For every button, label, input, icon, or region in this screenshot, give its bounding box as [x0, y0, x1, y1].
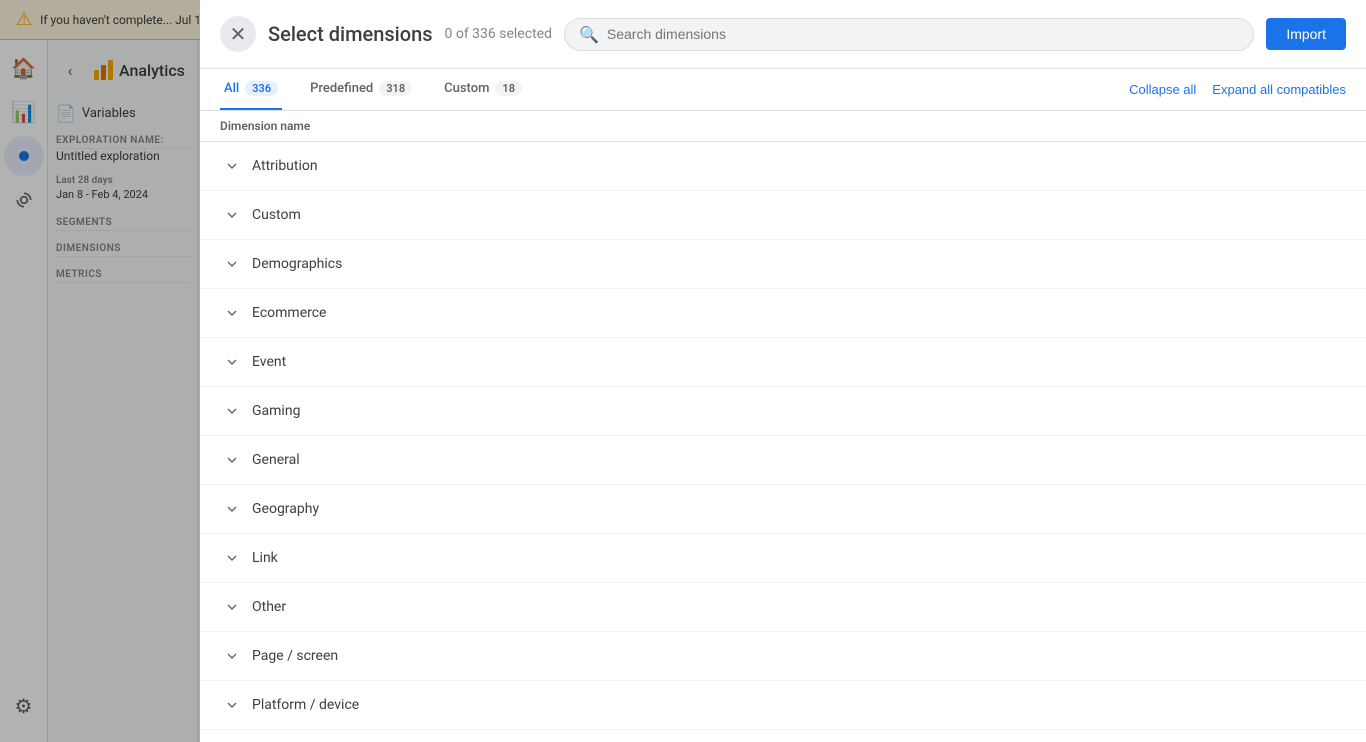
tab-predefined[interactable]: Predefined 318 [306, 69, 416, 110]
list-item[interactable]: Attribution [200, 142, 1366, 191]
modal-body[interactable]: Attribution Custom Demographics Ecommerc… [200, 142, 1366, 742]
select-dimensions-modal: ✕ Select dimensions 0 of 336 selected 🔍 … [200, 0, 1366, 742]
list-item[interactable]: General [200, 436, 1366, 485]
list-item[interactable]: Gaming [200, 387, 1366, 436]
chevron-down-icon [220, 252, 244, 276]
category-name: Ecommerce [252, 305, 326, 321]
category-name: Custom [252, 207, 301, 223]
dimension-name-col: Dimension name [220, 119, 310, 133]
tab-all-label: All [224, 81, 239, 96]
category-name: Other [252, 599, 286, 615]
category-name: Page / screen [252, 648, 338, 664]
collapse-all-button[interactable]: Collapse all [1129, 82, 1196, 97]
list-item[interactable]: Page / screen [200, 632, 1366, 681]
tab-predefined-badge: 318 [379, 81, 412, 96]
chevron-down-icon [220, 203, 244, 227]
search-box: 🔍 [564, 18, 1254, 51]
category-name: Platform / device [252, 697, 359, 713]
tab-custom-badge: 18 [495, 81, 522, 96]
tab-all[interactable]: All 336 [220, 69, 282, 110]
list-item[interactable]: Ecommerce [200, 289, 1366, 338]
search-input[interactable] [607, 26, 1239, 42]
chevron-down-icon [220, 154, 244, 178]
modal-title: Select dimensions [268, 22, 433, 46]
tab-custom[interactable]: Custom 18 [440, 69, 526, 110]
category-name: Event [252, 354, 286, 370]
chevron-down-icon [220, 595, 244, 619]
list-item[interactable]: Other [200, 583, 1366, 632]
selected-count: 0 of 336 selected [445, 26, 552, 42]
list-item[interactable]: Link [200, 534, 1366, 583]
list-item[interactable]: Platform / device [200, 681, 1366, 730]
chevron-down-icon [220, 399, 244, 423]
category-name: Geography [252, 501, 319, 517]
list-item[interactable]: Custom [200, 191, 1366, 240]
chevron-down-icon [220, 448, 244, 472]
chevron-down-icon [220, 546, 244, 570]
category-name: Link [252, 550, 278, 566]
list-item[interactable]: Demographics [200, 240, 1366, 289]
category-name: Attribution [252, 158, 318, 174]
chevron-down-icon [220, 644, 244, 668]
chevron-down-icon [220, 301, 244, 325]
column-header: Dimension name [200, 111, 1366, 142]
tab-custom-label: Custom [444, 81, 489, 96]
category-name: General [252, 452, 300, 468]
list-item[interactable]: Event [200, 338, 1366, 387]
search-icon: 🔍 [579, 25, 599, 44]
tabs-actions: Collapse all Expand all compatibles [1129, 82, 1346, 97]
category-name: Demographics [252, 256, 342, 272]
expand-all-compatibles-button[interactable]: Expand all compatibles [1212, 82, 1346, 97]
list-item[interactable]: Geography [200, 485, 1366, 534]
tab-predefined-label: Predefined [310, 81, 373, 96]
chevron-down-icon [220, 693, 244, 717]
tab-all-badge: 336 [245, 81, 278, 96]
close-button[interactable]: ✕ [220, 16, 256, 52]
chevron-down-icon [220, 350, 244, 374]
chevron-down-icon [220, 497, 244, 521]
list-item[interactable]: Publisher [200, 730, 1366, 742]
category-name: Gaming [252, 403, 300, 419]
import-button[interactable]: Import [1266, 18, 1346, 50]
modal-header: ✕ Select dimensions 0 of 336 selected 🔍 … [200, 0, 1366, 69]
tabs-row: All 336 Predefined 318 Custom 18 Collaps… [200, 69, 1366, 111]
